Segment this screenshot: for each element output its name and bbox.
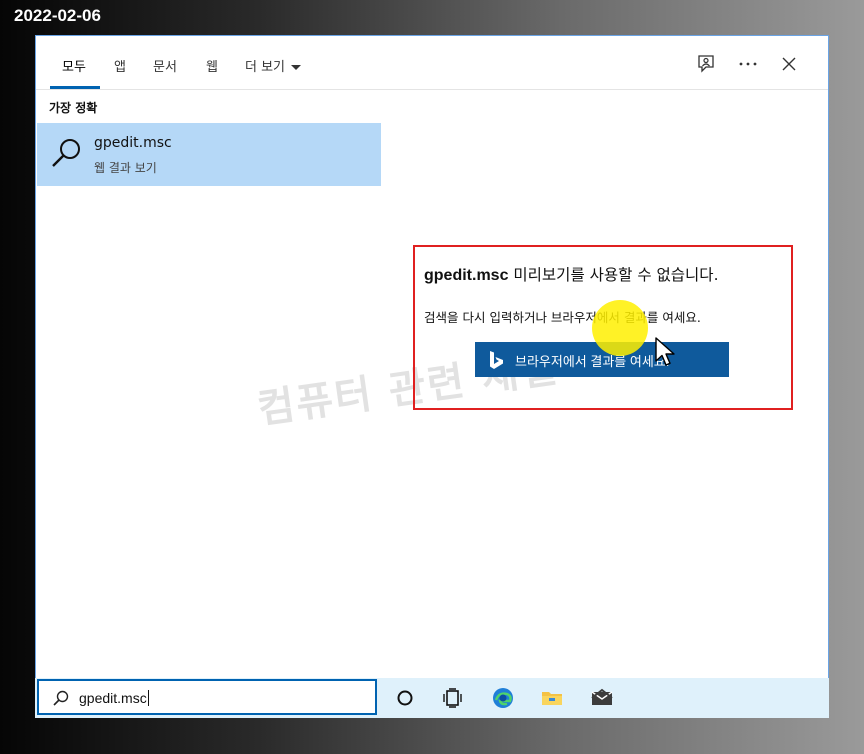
search-icon bbox=[53, 690, 69, 706]
preview-panel: gpedit.msc 미리보기를 사용할 수 없습니다. 검색을 다시 입력하거… bbox=[413, 245, 793, 410]
active-tab-indicator bbox=[50, 86, 100, 89]
result-title: gpedit.msc bbox=[94, 135, 172, 151]
open-in-browser-button[interactable]: 브라우저에서 결과를 여세요. bbox=[475, 342, 729, 377]
cortana-icon[interactable] bbox=[393, 686, 417, 710]
tab-more[interactable]: 더 보기 bbox=[245, 56, 302, 75]
search-icon bbox=[52, 139, 80, 167]
search-panel: 모두 앱 문서 웹 더 보기 가장 정확 gpedit.msc 웹 결과 보기 … bbox=[35, 35, 829, 679]
top-result-item[interactable]: gpedit.msc 웹 결과 보기 bbox=[37, 123, 381, 186]
tab-more-label: 더 보기 bbox=[245, 60, 286, 75]
preview-query: gpedit.msc bbox=[424, 267, 509, 284]
search-tabs: 모두 앱 문서 웹 더 보기 bbox=[36, 36, 828, 90]
close-icon[interactable] bbox=[777, 52, 801, 76]
taskbar: gpedit.msc bbox=[35, 678, 829, 718]
preview-hint: 검색을 다시 입력하거나 브라우저에서 결과를 여세요. bbox=[424, 310, 701, 325]
file-explorer-icon[interactable] bbox=[540, 686, 564, 710]
tab-all[interactable]: 모두 bbox=[62, 56, 86, 75]
mail-icon[interactable] bbox=[590, 686, 614, 710]
result-subtitle: 웹 결과 보기 bbox=[94, 161, 157, 175]
preview-title-text: 미리보기를 사용할 수 없습니다. bbox=[513, 266, 719, 284]
open-in-browser-label: 브라우저에서 결과를 여세요. bbox=[515, 354, 670, 369]
chevron-down-icon bbox=[291, 65, 302, 70]
tab-apps[interactable]: 앱 bbox=[114, 56, 126, 75]
section-heading-best-match: 가장 정확 bbox=[49, 101, 98, 115]
bing-icon bbox=[490, 351, 503, 369]
feedback-icon[interactable] bbox=[694, 52, 718, 76]
task-view-icon[interactable] bbox=[441, 686, 465, 710]
preview-title: gpedit.msc 미리보기를 사용할 수 없습니다. bbox=[424, 263, 719, 285]
more-options-icon[interactable] bbox=[736, 52, 760, 76]
edge-icon[interactable] bbox=[491, 686, 515, 710]
search-input-value: gpedit.msc bbox=[79, 690, 149, 706]
search-input[interactable]: gpedit.msc bbox=[37, 679, 377, 715]
date-stamp: 2022-02-06 bbox=[14, 6, 101, 25]
tab-documents[interactable]: 문서 bbox=[153, 56, 177, 75]
tab-web[interactable]: 웹 bbox=[206, 56, 218, 75]
